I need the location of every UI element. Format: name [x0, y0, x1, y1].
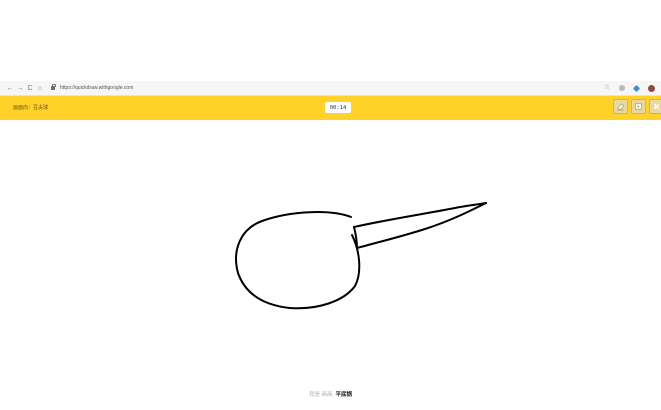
- clear-button[interactable]: [613, 99, 628, 114]
- game-header: 画面向：豆夫球 00:14: [0, 96, 661, 120]
- close-button[interactable]: [649, 99, 661, 114]
- guess-answer: 平底锅: [335, 392, 353, 398]
- guess-prefix: 我是 画画,: [308, 392, 334, 398]
- home-icon[interactable]: ⌂: [35, 83, 45, 93]
- extension-area: ☆: [604, 84, 655, 92]
- pan-handle-lower-stroke: [356, 202, 487, 249]
- url-text: https://quickdraw.withgoogle.com: [60, 85, 134, 91]
- skip-button[interactable]: [631, 99, 646, 114]
- countdown-timer: 00:14: [325, 102, 351, 113]
- close-icon: [653, 103, 660, 110]
- drawing-prompt: 画面向：豆夫球: [13, 105, 49, 111]
- eraser-icon: [616, 103, 625, 111]
- drawing-canvas[interactable]: [0, 121, 661, 410]
- lock-icon: [51, 83, 56, 90]
- profile-avatar[interactable]: [648, 84, 655, 92]
- extension-icon[interactable]: [619, 85, 625, 91]
- address-bar[interactable]: https://quickdraw.withgoogle.com: [51, 83, 133, 93]
- back-arrow-icon[interactable]: ←: [5, 83, 15, 93]
- pan-body-stroke: [235, 211, 361, 310]
- guess-line: 我是 画画, 平底锅: [0, 390, 661, 398]
- sketch-drawing: [235, 202, 487, 310]
- bookmark-star-icon[interactable]: ☆: [604, 84, 610, 91]
- pan-handle-upper-stroke: [353, 202, 487, 228]
- blank-top-area: [0, 0, 661, 80]
- reload-icon[interactable]: C: [25, 83, 35, 93]
- extension-diamond-icon[interactable]: [632, 84, 641, 92]
- browser-toolbar: ← → C ⌂ https://quickdraw.withgoogle.com…: [0, 81, 661, 96]
- forward-arrow-icon[interactable]: →: [15, 83, 25, 93]
- skip-icon: [634, 103, 643, 110]
